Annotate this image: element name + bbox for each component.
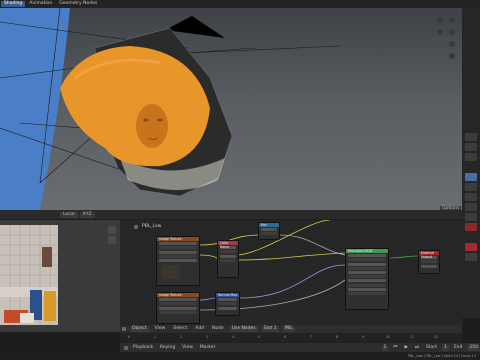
jump-end-icon[interactable]: ⏭: [413, 345, 421, 351]
viewport-scene: [0, 8, 455, 218]
menu-select[interactable]: Select: [171, 326, 189, 332]
frame-number: 10: [386, 335, 391, 339]
right-tool-column: [462, 8, 480, 318]
menu-node[interactable]: Node: [210, 326, 226, 332]
tab-animation[interactable]: Animation: [26, 1, 55, 7]
pan-icon[interactable]: [108, 236, 116, 244]
frame-number: 9: [362, 335, 365, 339]
axis-select[interactable]: XYZ: [79, 211, 95, 218]
node-title: Mix: [259, 223, 279, 227]
frame-number: 3: [206, 335, 209, 339]
output-icon[interactable]: [465, 243, 477, 251]
menu-view[interactable]: View: [153, 326, 168, 332]
node-editor[interactable]: PBL_Low Image Texture Color Ramp Mix Ima…: [120, 220, 462, 325]
timeline[interactable]: 0 1 2 3 4 5 6 7 8 9 10 11 12: [120, 333, 462, 343]
node-title: Image Texture: [157, 237, 199, 241]
record-icon[interactable]: [465, 223, 477, 231]
node-title: Principled BSDF: [346, 249, 388, 253]
frame-number: 1: [154, 335, 157, 339]
node-editor-header: Object View Select Add Node Use Nodes Sl…: [120, 325, 462, 333]
end-label: End: [453, 344, 463, 350]
face-relief: [136, 104, 168, 148]
menu-playback[interactable]: Playback: [131, 345, 155, 351]
jump-start-icon[interactable]: ⏮: [391, 345, 399, 351]
timeline-header: Playback Keying View Marker 1 ⏮ ▶ ⏭ Star…: [120, 343, 480, 352]
play-icon[interactable]: ▶: [402, 345, 409, 351]
texture-atlas: [0, 225, 58, 325]
navigation-gizmo: [437, 17, 455, 59]
active-tool-icon[interactable]: [465, 173, 477, 181]
tool-icon[interactable]: [465, 193, 477, 201]
end-frame-field[interactable]: 250: [467, 344, 480, 351]
texture-preview: [162, 265, 180, 279]
tool-icon[interactable]: [465, 213, 477, 221]
node-title: Normal Map: [216, 293, 239, 297]
tab-geometry-nodes[interactable]: Geometry Nodes: [56, 1, 100, 7]
node-title: Material Output: [419, 251, 439, 259]
node-principled-bsdf[interactable]: Principled BSDF: [345, 248, 389, 310]
node-title: Image Texture: [157, 293, 199, 297]
start-label: Start: [425, 344, 437, 350]
current-frame-field[interactable]: 1: [381, 344, 389, 351]
tool-icon[interactable]: [465, 203, 477, 211]
frame-number: 12: [434, 335, 439, 339]
frame-number: 5: [258, 335, 261, 339]
node-mix[interactable]: Mix: [258, 222, 280, 240]
tool-icon[interactable]: [465, 133, 477, 141]
frame-number: 11: [410, 335, 415, 339]
zoom-icon[interactable]: [108, 226, 116, 234]
tab-shading[interactable]: Shading: [1, 1, 26, 7]
frame-number: 2: [180, 335, 183, 339]
frame-number: 6: [284, 335, 287, 339]
tool-icon[interactable]: [465, 153, 477, 161]
tool-icon[interactable]: [465, 183, 477, 191]
viewport-header: Local XYZ: [0, 210, 462, 219]
node-color-ramp[interactable]: Color Ramp: [217, 240, 239, 278]
editor-type-icon[interactable]: [124, 345, 128, 350]
frame-number: 4: [232, 335, 235, 339]
node-material-output[interactable]: Material Output: [418, 250, 440, 274]
blue-plane: [0, 8, 70, 218]
menu-add[interactable]: Add: [193, 326, 206, 332]
top-menu-bar: Shading Animation Geometry Nodes: [0, 0, 480, 8]
editor-type-icon[interactable]: [122, 327, 126, 331]
tool-icon[interactable]: [465, 143, 477, 151]
node-normal-map[interactable]: Normal Map: [215, 292, 240, 316]
menu-keying[interactable]: Keying: [158, 345, 177, 351]
3d-viewport[interactable]: Options: [0, 8, 462, 218]
node-title: Color Ramp: [218, 241, 238, 249]
use-nodes-toggle[interactable]: Use Nodes: [229, 326, 258, 332]
menu-view[interactable]: View: [180, 345, 195, 351]
start-frame-field[interactable]: 1: [441, 344, 449, 351]
frame-number: 0: [128, 335, 131, 339]
node-image-texture[interactable]: Image Texture: [156, 236, 200, 286]
frame-number: 8: [336, 335, 339, 339]
orientation-select[interactable]: Local: [60, 211, 78, 218]
node-image-texture-2[interactable]: Image Texture: [156, 292, 200, 324]
material-select[interactable]: PBL: [282, 326, 295, 332]
image-editor[interactable]: [0, 220, 120, 332]
status-bar: PBL_Low | PBL_Low | Verts 24 | Faces 12: [0, 352, 480, 360]
tool-icon[interactable]: [465, 253, 477, 261]
menu-marker[interactable]: Marker: [198, 345, 218, 351]
scene-stats: PBL_Low | PBL_Low | Verts 24 | Faces 12: [407, 353, 476, 358]
slot-select[interactable]: Slot 1: [261, 326, 279, 332]
frame-number: 7: [310, 335, 313, 339]
object-type-select[interactable]: Object: [130, 326, 149, 332]
